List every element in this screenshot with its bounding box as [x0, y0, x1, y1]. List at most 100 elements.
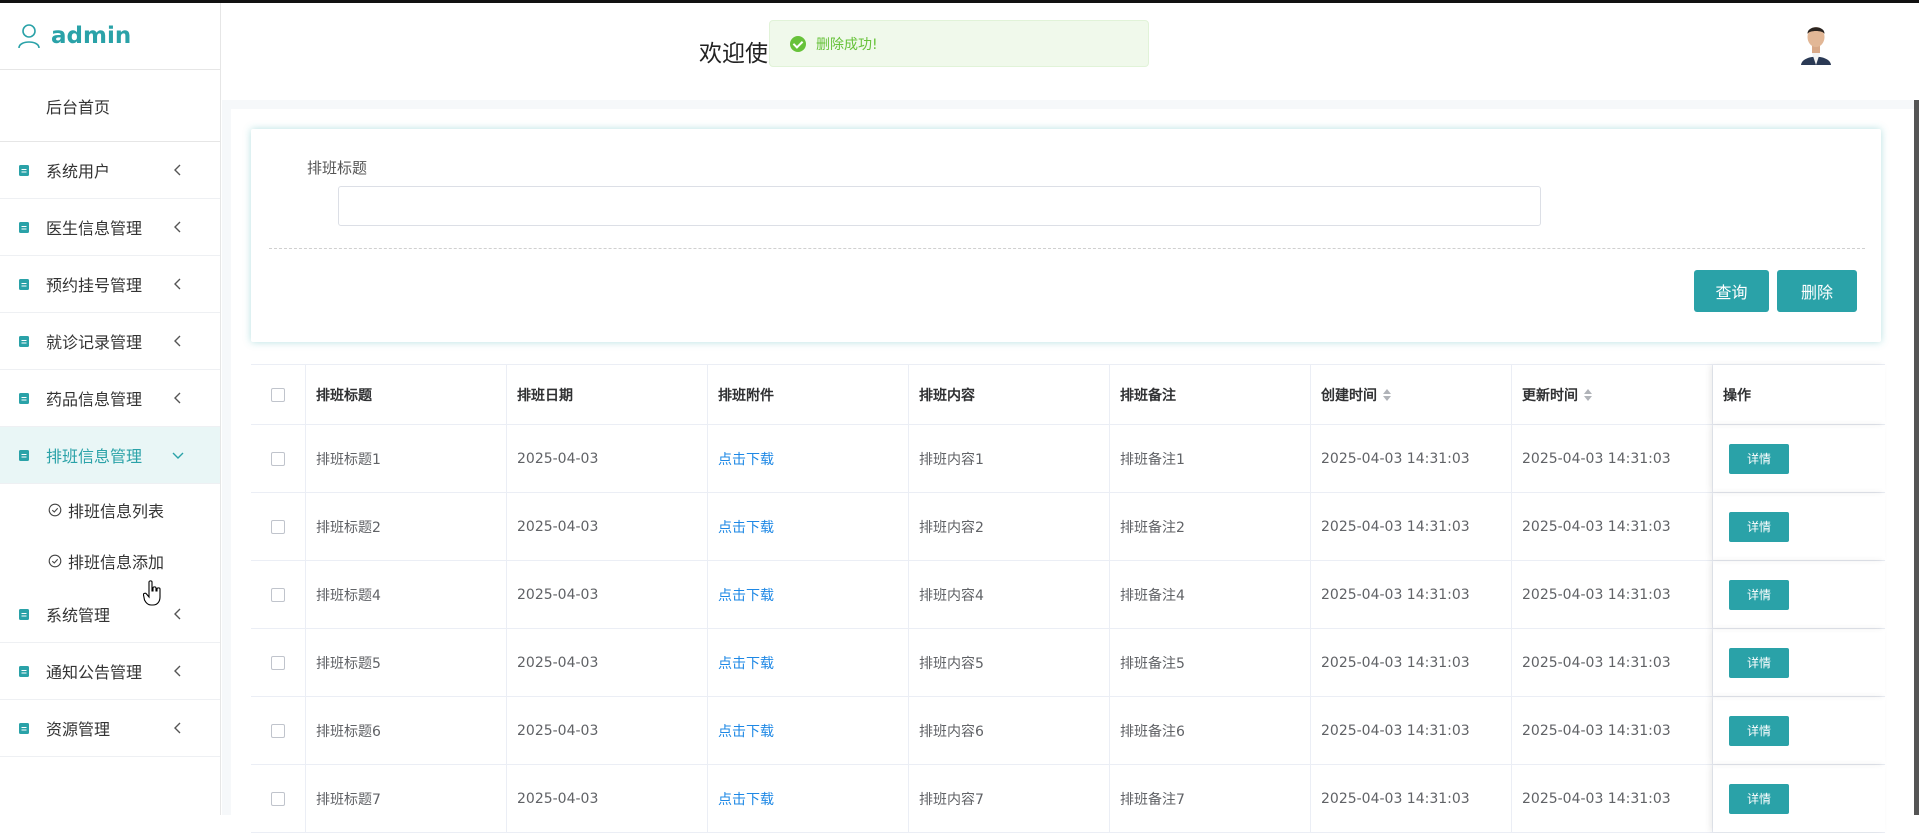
row-checkbox[interactable] [271, 791, 285, 806]
chevron-left-icon [174, 335, 181, 347]
sidebar-item-label: 就诊记录管理 [46, 333, 143, 352]
window-top-border [0, 0, 1919, 3]
cell-date: 2025-04-03 [507, 561, 708, 628]
row-checkbox[interactable] [271, 451, 285, 466]
sidebar-item-notices[interactable]: 通知公告管理 [0, 643, 220, 700]
sidebar-item-system-users[interactable]: 系统用户 [0, 142, 220, 199]
cell-text: 2025-04-03 [517, 722, 599, 739]
sidebar-item-resources[interactable]: 资源管理 [0, 700, 220, 757]
detail-button[interactable]: 详情 [1729, 647, 1789, 678]
sidebar-subitem-schedule-list[interactable]: 排班信息列表 [0, 484, 220, 535]
document-icon [19, 608, 29, 620]
row-checkbox[interactable] [271, 587, 285, 602]
cell-text: 2025-04-03 14:31:03 [1321, 790, 1470, 807]
cell-text: 排班备注2 [1120, 519, 1185, 536]
sidebar-item-schedule[interactable]: 排班信息管理 [0, 427, 220, 484]
download-link[interactable]: 点击下载 [718, 653, 774, 673]
sidebar-item-home[interactable]: 后台首页 [0, 70, 220, 142]
cell-text: 2025-04-03 14:31:03 [1522, 654, 1671, 671]
chevron-left-icon [174, 392, 181, 404]
download-link[interactable]: 点击下载 [718, 721, 774, 741]
sidebar-item-system-manage[interactable]: 系统管理 [0, 586, 220, 643]
column-header-created[interactable]: 创建时间 [1311, 365, 1512, 424]
sidebar-item-medicine[interactable]: 药品信息管理 [0, 370, 220, 427]
chevron-down-icon [172, 452, 184, 459]
select-all-checkbox[interactable] [271, 387, 285, 402]
cell-content: 排班内容7 [909, 765, 1110, 832]
cell-actions: 详情 [1713, 493, 1885, 560]
cell-title: 排班标题5 [306, 629, 507, 696]
chevron-left-icon [174, 665, 181, 677]
detail-button[interactable]: 详情 [1729, 783, 1789, 814]
document-icon [19, 335, 29, 347]
cell-remark: 排班备注1 [1110, 425, 1311, 492]
row-checkbox[interactable] [271, 655, 285, 670]
search-input[interactable] [338, 186, 1541, 226]
cell-content: 排班内容6 [909, 697, 1110, 764]
detail-button[interactable]: 详情 [1729, 715, 1789, 746]
column-header-remark: 排班备注 [1110, 365, 1311, 424]
cell-attachment: 点击下载 [708, 697, 909, 764]
delete-button[interactable]: 删除 [1777, 270, 1857, 312]
column-header-updated[interactable]: 更新时间 [1512, 365, 1713, 424]
cell-text: 排班标题7 [316, 791, 381, 808]
detail-button[interactable]: 详情 [1729, 511, 1789, 542]
cell-content: 排班内容2 [909, 493, 1110, 560]
detail-button[interactable]: 详情 [1729, 579, 1789, 610]
cell-created: 2025-04-03 14:31:03 [1311, 561, 1512, 628]
sidebar-item-label: 系统管理 [46, 606, 111, 625]
download-link[interactable]: 点击下载 [718, 517, 774, 537]
cell-date: 2025-04-03 [507, 629, 708, 696]
table-row: 排班标题6 2025-04-03 点击下载 排班内容6 排班备注6 2025-04-03 … [251, 697, 1885, 765]
brand-name: admin [51, 23, 132, 49]
sidebar-subitem-schedule-add[interactable]: 排班信息添加 [0, 535, 220, 586]
document-icon [19, 164, 29, 176]
sidebar-item-doctor-info[interactable]: 医生信息管理 [0, 199, 220, 256]
search-label: 排班标题 [307, 159, 368, 177]
cell-date: 2025-04-03 [507, 493, 708, 560]
cell-text: 排班内容5 [919, 655, 984, 672]
cell-text: 排班标题2 [316, 519, 381, 536]
cell-attachment: 点击下载 [708, 561, 909, 628]
row-checkbox-cell [251, 765, 306, 832]
sort-icon[interactable] [1584, 388, 1592, 401]
sidebar-item-appointment[interactable]: 预约挂号管理 [0, 256, 220, 313]
cell-text: 排班内容4 [919, 587, 984, 604]
row-checkbox-cell [251, 697, 306, 764]
table-row: 排班标题1 2025-04-03 点击下载 排班内容1 排班备注1 2025-04-03 … [251, 425, 1885, 493]
query-button[interactable]: 查询 [1694, 270, 1769, 312]
cell-text: 排班备注7 [1120, 791, 1185, 808]
cell-text: 2025-04-03 [517, 654, 599, 671]
table-row: 排班标题4 2025-04-03 点击下载 排班内容4 排班备注4 2025-04-03 … [251, 561, 1885, 629]
column-header-label: 更新时间 [1522, 387, 1578, 404]
cell-text: 2025-04-03 14:31:03 [1522, 722, 1671, 739]
cell-text: 2025-04-03 [517, 518, 599, 535]
document-icon [19, 449, 29, 461]
cell-text: 排班标题6 [316, 723, 381, 740]
document-icon [19, 221, 29, 233]
avatar[interactable] [1797, 21, 1835, 65]
download-link[interactable]: 点击下载 [718, 585, 774, 605]
cell-remark: 排班备注4 [1110, 561, 1311, 628]
row-checkbox[interactable] [271, 723, 285, 738]
row-checkbox[interactable] [271, 519, 285, 534]
cell-actions: 详情 [1713, 425, 1885, 492]
chevron-left-icon [174, 164, 181, 176]
cell-text: 排班标题5 [316, 655, 381, 672]
document-icon [19, 722, 29, 734]
cell-title: 排班标题1 [306, 425, 507, 492]
cell-text: 排班标题4 [316, 587, 381, 604]
download-link[interactable]: 点击下载 [718, 789, 774, 809]
cell-actions: 详情 [1713, 629, 1885, 696]
cell-remark: 排班备注5 [1110, 629, 1311, 696]
column-header-date: 排班日期 [507, 365, 708, 424]
download-link[interactable]: 点击下载 [718, 449, 774, 469]
sort-icon[interactable] [1383, 388, 1391, 401]
document-icon [19, 665, 29, 677]
sidebar-item-visit-records[interactable]: 就诊记录管理 [0, 313, 220, 370]
cell-text: 2025-04-03 14:31:03 [1522, 450, 1671, 467]
cell-text: 排班标题1 [316, 451, 381, 468]
scrollbar-thumb[interactable] [1914, 100, 1919, 815]
detail-button[interactable]: 详情 [1729, 443, 1789, 474]
cell-text: 排班备注4 [1120, 587, 1185, 604]
